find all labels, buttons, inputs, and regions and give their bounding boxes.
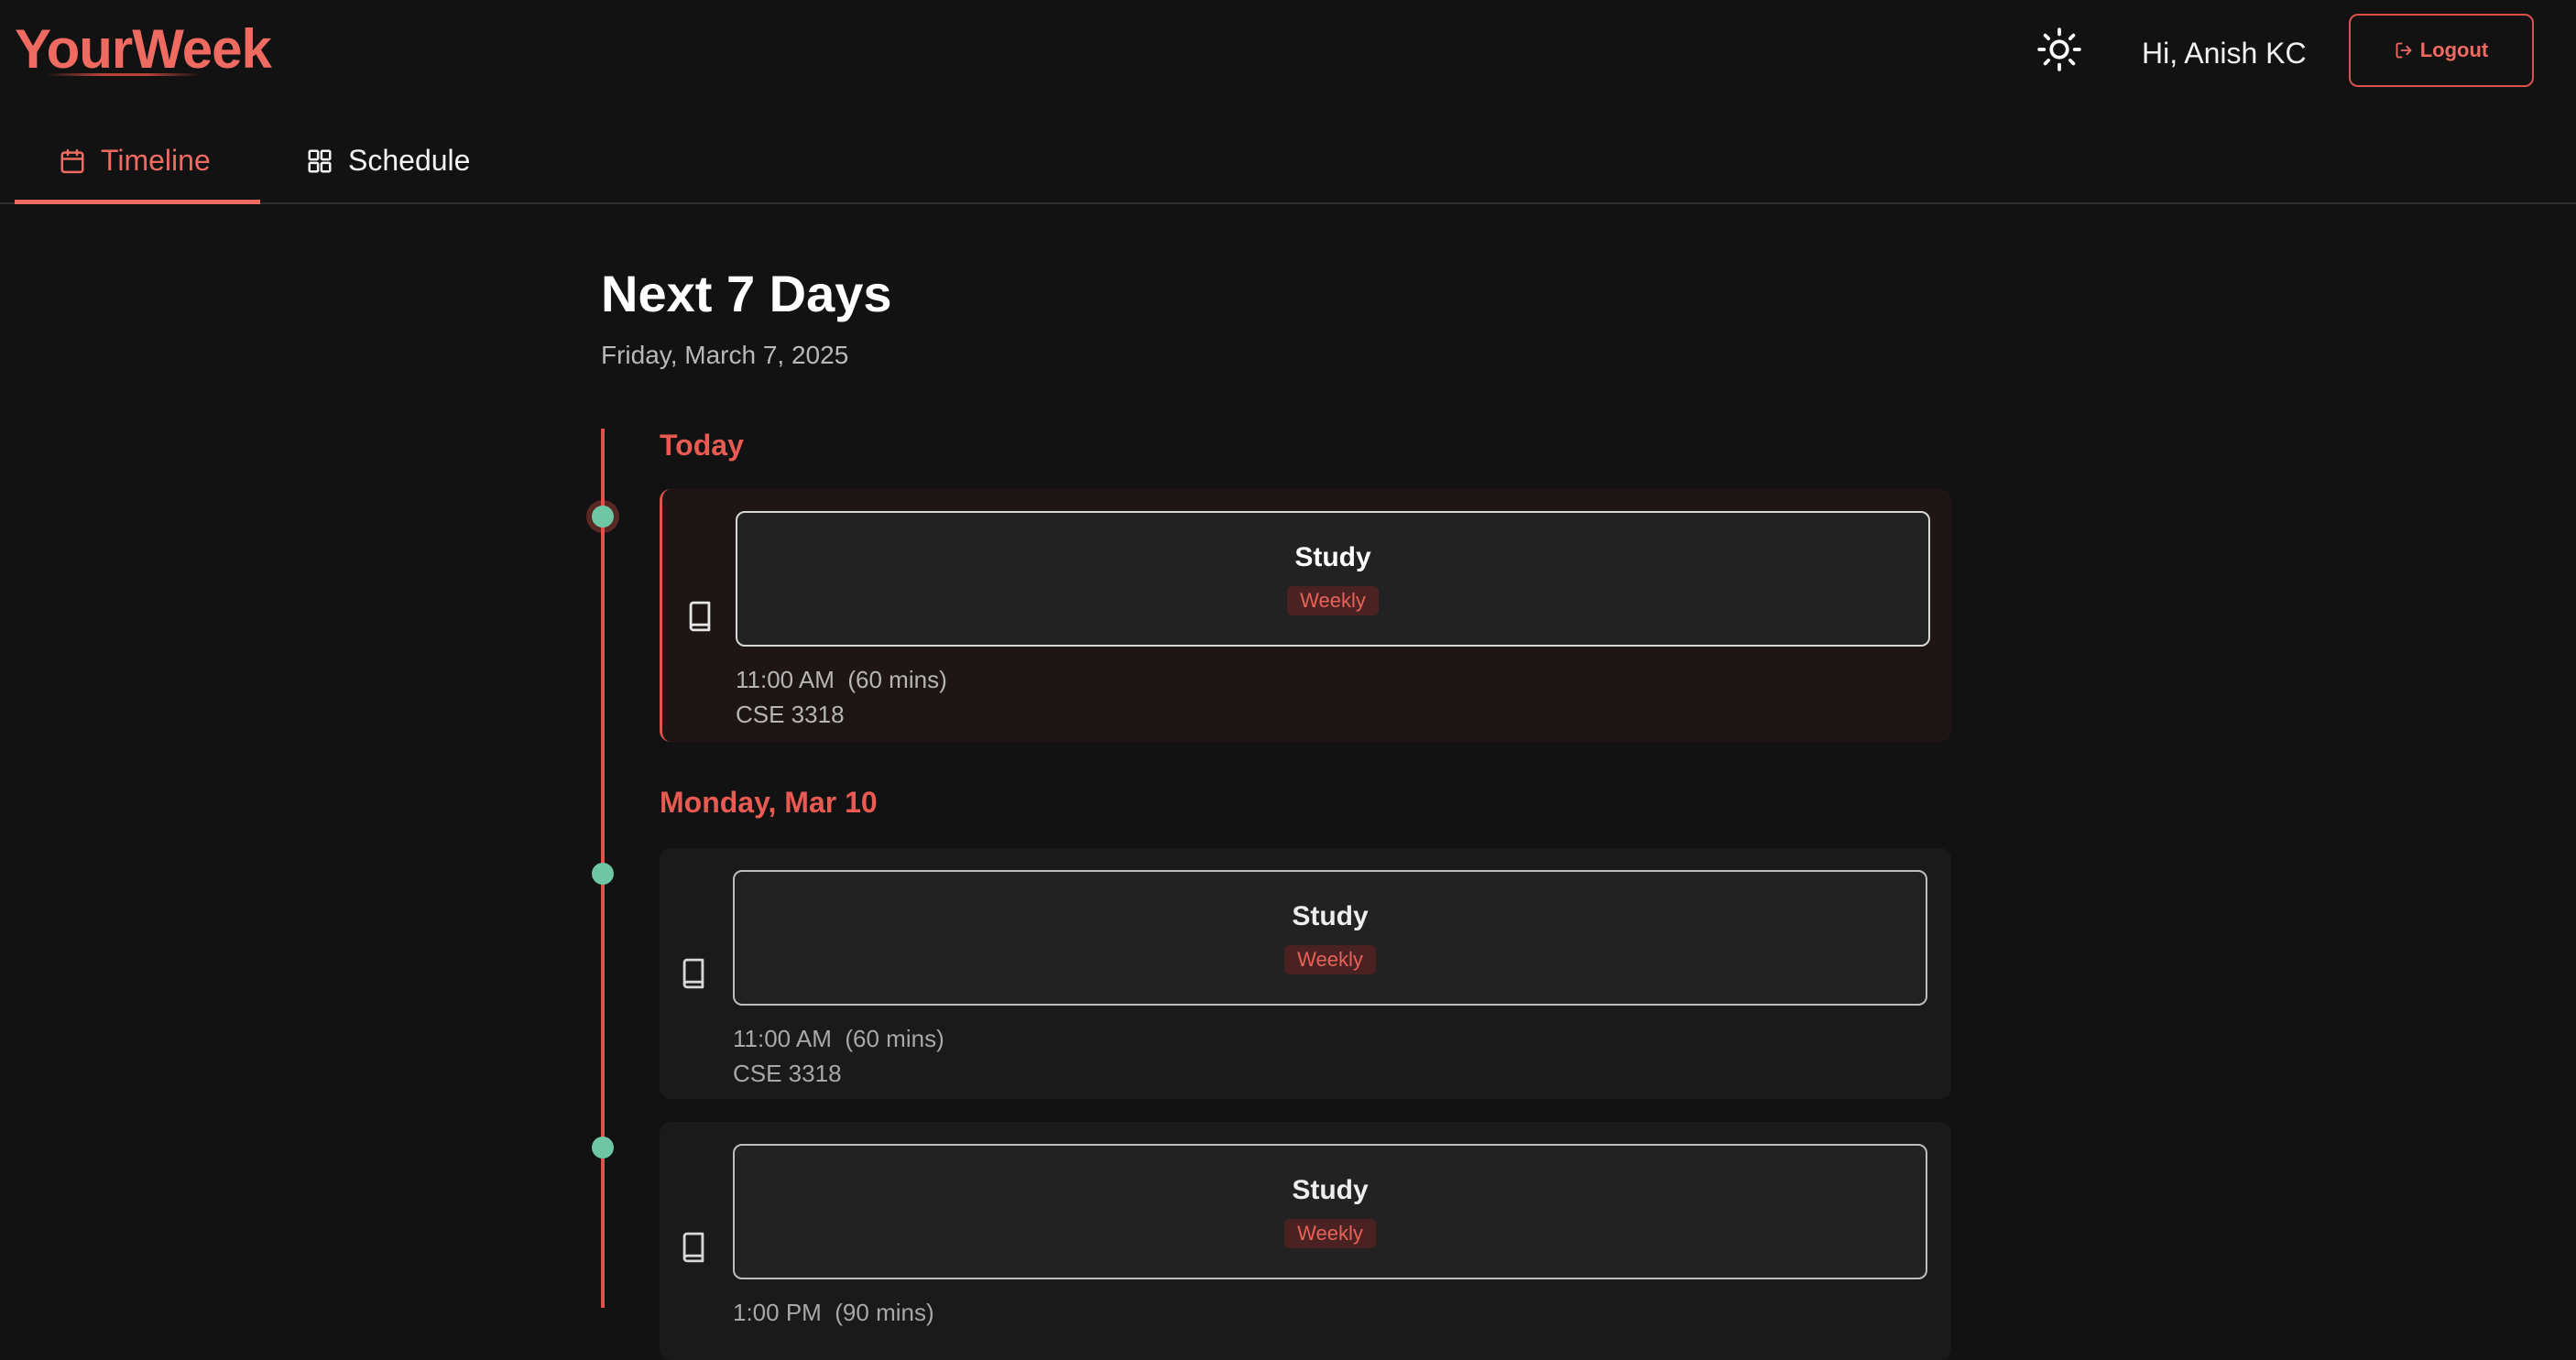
event-details-box[interactable]: Study Weekly (733, 870, 1927, 1006)
event-card[interactable]: Study Weekly 11:00 AM (60 mins) CSE 3318 (660, 489, 1951, 742)
top-bar: YourWeek Hi, Anish KC Logout (0, 0, 2576, 103)
book-icon (680, 958, 707, 989)
user-greeting: Hi, Anish KC (2142, 37, 2307, 70)
calendar-icon (60, 148, 84, 173)
logout-button[interactable]: Logout (2349, 14, 2534, 87)
theme-toggle-button[interactable] (2036, 26, 2083, 73)
recurrence-badge: Weekly (1284, 945, 1376, 974)
logo-underline (46, 73, 202, 76)
tab-schedule-label: Schedule (348, 144, 471, 177)
event-time: 11:00 AM (60 mins) (736, 666, 947, 693)
grid-icon (308, 149, 332, 172)
page-title: Next 7 Days (601, 265, 892, 322)
timeline-dot (592, 1137, 614, 1159)
event-time: 1:00 PM (90 mins) (733, 1299, 934, 1326)
tab-timeline-label: Timeline (101, 144, 211, 177)
event-title: Study (1292, 1175, 1369, 1205)
logout-icon (2396, 42, 2412, 59)
event-details-box[interactable]: Study Weekly (736, 511, 1930, 647)
logout-label: Logout (2419, 38, 2489, 61)
event-card[interactable]: Study Weekly 1:00 PM (90 mins) (660, 1122, 1951, 1360)
event-course: CSE 3318 (733, 1060, 842, 1087)
day-label-monday: Monday, Mar 10 (660, 786, 878, 819)
event-time: 11:00 AM (60 mins) (733, 1025, 944, 1052)
current-date: Friday, March 7, 2025 (601, 341, 849, 369)
sun-icon (2037, 27, 2081, 71)
tab-schedule[interactable]: Schedule (306, 119, 470, 202)
event-course: CSE 3318 (736, 701, 845, 728)
book-icon (680, 1232, 707, 1263)
recurrence-badge: Weekly (1287, 586, 1379, 615)
book-icon (686, 601, 714, 632)
event-title: Study (1292, 901, 1369, 931)
tab-timeline[interactable]: Timeline (15, 119, 260, 204)
day-label-today: Today (660, 429, 744, 462)
event-card[interactable]: Study Weekly 11:00 AM (60 mins) CSE 3318 (660, 848, 1951, 1099)
timeline-dot (592, 506, 614, 528)
event-title: Study (1294, 542, 1371, 572)
timeline-dot (592, 863, 614, 885)
view-tabs: Timeline Schedule (0, 119, 2576, 204)
recurrence-badge: Weekly (1284, 1219, 1376, 1248)
event-details-box[interactable]: Study Weekly (733, 1144, 1927, 1279)
